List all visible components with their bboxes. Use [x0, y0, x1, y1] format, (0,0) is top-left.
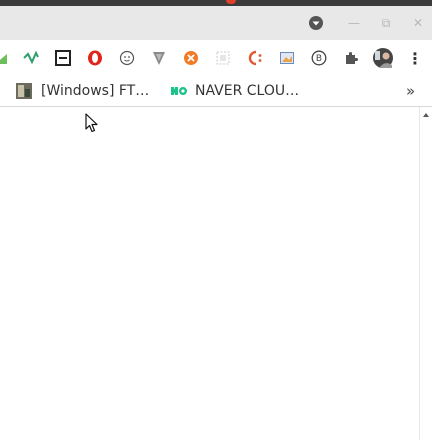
mouse-cursor-icon	[85, 113, 99, 137]
bookmark-windows-ft[interactable]: [Windows] FT…	[16, 76, 149, 106]
scroll-up-arrow-icon[interactable]	[423, 113, 429, 117]
puzzle-icon[interactable]	[342, 49, 360, 67]
restore-button[interactable]: ⧉	[377, 14, 395, 32]
page-content[interactable]	[0, 107, 432, 440]
smiley-icon[interactable]	[118, 49, 136, 67]
title-bar: — ⧉ ✕	[0, 6, 432, 40]
restore-icon: ⧉	[381, 15, 391, 30]
minimize-icon: —	[348, 16, 360, 30]
thumbnail-icon	[16, 83, 32, 99]
window-menu-icon[interactable]	[307, 14, 325, 32]
orange-circle-icon[interactable]	[182, 49, 200, 67]
v-shield-icon[interactable]	[150, 49, 168, 67]
chevron-double-right-icon: »	[406, 82, 416, 100]
toolbar: B ⋮	[0, 40, 432, 76]
bookmarks-overflow-button[interactable]: »	[406, 76, 415, 106]
close-button[interactable]: ✕	[409, 14, 427, 32]
bitcoin-circle-icon[interactable]: B	[310, 49, 328, 67]
minimize-button[interactable]: —	[345, 14, 363, 32]
wave-icon[interactable]	[22, 49, 40, 67]
close-icon: ✕	[412, 16, 424, 30]
bookmarks-bar: [Windows] FT… NAVER CLOU… »	[0, 76, 432, 107]
opera-icon[interactable]	[86, 49, 104, 67]
scrollbar[interactable]	[419, 107, 432, 440]
naver-cloud-icon	[171, 87, 187, 95]
browser-menu-icon[interactable]: ⋮	[406, 49, 424, 68]
c-colon-icon[interactable]	[246, 49, 264, 67]
bookmark-label: [Windows] FT…	[41, 83, 150, 99]
top-strip-indicator	[226, 0, 236, 4]
cast-image-icon[interactable]	[278, 49, 296, 67]
bookmark-label: NAVER CLOU…	[195, 83, 300, 99]
boxed-letter-icon[interactable]	[54, 49, 72, 67]
dotted-square-icon[interactable]	[214, 49, 232, 67]
green-chart-icon[interactable]	[0, 49, 10, 67]
profile-avatar[interactable]	[373, 48, 393, 68]
svg-text:B: B	[316, 54, 322, 64]
bookmark-naver-cloud[interactable]: NAVER CLOU…	[170, 76, 299, 106]
